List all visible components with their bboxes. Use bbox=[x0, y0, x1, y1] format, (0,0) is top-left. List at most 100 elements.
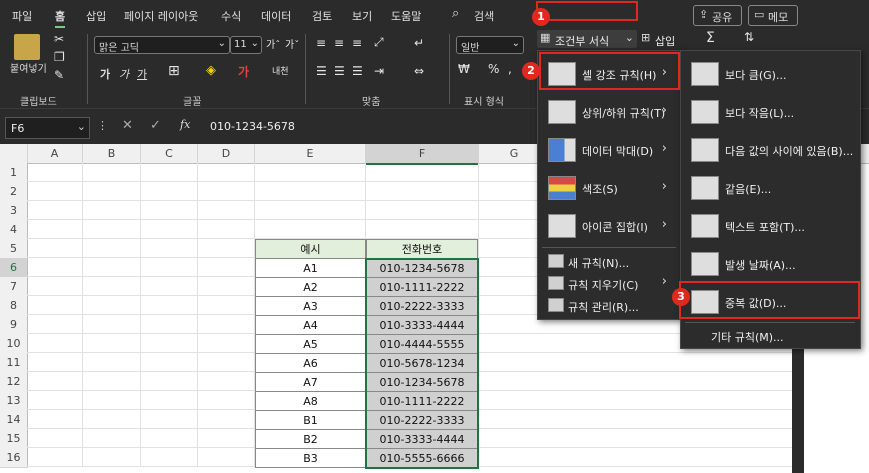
column-header[interactable]: D bbox=[198, 144, 255, 163]
column-header[interactable]: C bbox=[141, 144, 198, 163]
menu-item-less-than[interactable]: 보다 작음(L)... bbox=[681, 93, 858, 129]
font-color-icon[interactable]: 가 bbox=[238, 63, 249, 80]
table-cell[interactable]: A5 bbox=[255, 334, 366, 354]
tab-help[interactable]: 도움말 bbox=[391, 8, 421, 24]
select-all-corner[interactable] bbox=[0, 144, 28, 163]
insert-cells-button[interactable]: ⊞ 삽입 bbox=[639, 30, 691, 48]
column-header[interactable]: B bbox=[83, 144, 141, 163]
paste-icon[interactable] bbox=[14, 34, 40, 60]
underline-button[interactable]: 가 bbox=[137, 66, 147, 82]
align-center-icon[interactable]: ☰ bbox=[334, 64, 345, 78]
tab-review[interactable]: 검토 bbox=[312, 8, 332, 24]
align-right-icon[interactable]: ☰ bbox=[352, 64, 363, 78]
row-header[interactable]: 7 bbox=[0, 277, 28, 297]
table-header-cell[interactable]: 전화번호 bbox=[366, 239, 478, 259]
orientation-icon[interactable]: ⤢ bbox=[374, 35, 384, 50]
row-header[interactable]: 9 bbox=[0, 315, 28, 335]
formula-input[interactable]: 010-1234-5678 bbox=[210, 120, 295, 133]
font-name-select[interactable]: 맑은 고딕 ⌄ bbox=[94, 36, 230, 54]
percent-icon[interactable]: % bbox=[488, 62, 499, 76]
search-label[interactable]: 검색 bbox=[474, 8, 494, 24]
align-top-icon[interactable]: ≡ bbox=[316, 36, 326, 50]
memo-button[interactable]: ▭ 메모 bbox=[748, 5, 798, 26]
table-cell[interactable]: A7 bbox=[255, 372, 366, 392]
menu-item-data-bars[interactable]: 데이터 막대(D) › bbox=[538, 131, 679, 167]
table-cell[interactable]: A4 bbox=[255, 315, 366, 335]
tab-home[interactable]: 홈 bbox=[55, 8, 66, 28]
row-header[interactable]: 2 bbox=[0, 182, 28, 202]
accounting-icon[interactable]: ₩ bbox=[458, 62, 470, 76]
menu-item-manage-rules[interactable]: 규칙 관리(R)... bbox=[538, 295, 679, 315]
conditional-formatting-button[interactable]: ▦ 조건부 서식 ⌄ bbox=[537, 30, 637, 48]
table-cell[interactable]: A2 bbox=[255, 277, 366, 297]
italic-button[interactable]: 가 bbox=[119, 66, 129, 82]
more-options-icon[interactable]: ⋮ bbox=[97, 119, 108, 132]
table-cell[interactable]: A6 bbox=[255, 353, 366, 373]
table-cell[interactable]: A8 bbox=[255, 391, 366, 411]
fill-color-icon[interactable]: ◈ bbox=[206, 63, 216, 78]
align-middle-icon[interactable]: ≡ bbox=[334, 36, 344, 50]
copy-icon[interactable]: ❐ bbox=[54, 50, 65, 64]
tab-page-layout[interactable]: 페이지 레이아웃 bbox=[124, 8, 198, 24]
comma-icon[interactable]: , bbox=[508, 62, 512, 76]
autosum-icon[interactable]: Σ bbox=[706, 30, 715, 46]
align-left-icon[interactable]: ☰ bbox=[316, 64, 327, 78]
row-header[interactable]: 8 bbox=[0, 296, 28, 316]
merge-icon[interactable]: ⇔ bbox=[414, 64, 424, 78]
column-header[interactable]: A bbox=[27, 144, 83, 163]
increase-font-icon[interactable]: 가ˆ bbox=[266, 36, 280, 51]
border-icon[interactable]: ⊞ bbox=[168, 63, 180, 79]
menu-item-icon-sets[interactable]: 아이콘 집합(I) › bbox=[538, 207, 679, 243]
row-header[interactable]: 3 bbox=[0, 201, 28, 221]
table-cell[interactable]: B3 bbox=[255, 448, 366, 468]
table-header-cell[interactable]: 예시 bbox=[255, 239, 366, 259]
table-cell[interactable]: B2 bbox=[255, 429, 366, 449]
row-header[interactable]: 1 bbox=[0, 163, 28, 183]
column-header-selected[interactable]: F bbox=[366, 144, 479, 165]
decrease-font-icon[interactable]: 가ˇ bbox=[285, 36, 299, 51]
row-header[interactable]: 15 bbox=[0, 429, 28, 449]
menu-item-more-rules[interactable]: 기타 규칙(M)... bbox=[681, 325, 858, 345]
align-bottom-icon[interactable]: ≡ bbox=[352, 36, 362, 50]
function-icon[interactable]: fx bbox=[180, 118, 190, 131]
menu-item-equal-to[interactable]: 같음(E)... bbox=[681, 169, 858, 205]
enter-icon[interactable]: ✓ bbox=[150, 118, 161, 133]
row-header[interactable]: 14 bbox=[0, 410, 28, 430]
row-header[interactable]: 10 bbox=[0, 334, 28, 354]
menu-item-top-bottom-rules[interactable]: 상위/하위 규칙(T) › bbox=[538, 93, 679, 129]
share-button[interactable]: ⇪ 공유 bbox=[693, 5, 742, 26]
sort-filter-icon[interactable]: ⇅ bbox=[744, 30, 754, 44]
menu-item-new-rule[interactable]: 새 규칙(N)... bbox=[538, 251, 679, 271]
menu-item-text-contains[interactable]: 텍스트 포함(T)... bbox=[681, 207, 858, 243]
wrap-text-icon[interactable]: ↵ bbox=[414, 36, 424, 50]
row-header[interactable]: 12 bbox=[0, 372, 28, 392]
table-cell[interactable]: A1 bbox=[255, 258, 366, 278]
menu-item-between[interactable]: 다음 값의 사이에 있음(B)... bbox=[681, 131, 858, 167]
tab-view[interactable]: 보기 bbox=[352, 8, 372, 24]
table-cell[interactable]: A3 bbox=[255, 296, 366, 316]
cancel-icon[interactable]: ✕ bbox=[122, 118, 133, 133]
font-size-select[interactable]: 11 ⌄ bbox=[230, 36, 262, 54]
indent-icon[interactable]: ⇥ bbox=[374, 64, 384, 78]
cut-icon[interactable]: ✂ bbox=[54, 32, 64, 46]
tab-file[interactable]: 파일 bbox=[12, 8, 32, 24]
bold-button[interactable]: 가 bbox=[100, 66, 110, 82]
number-format-select[interactable]: 일반 ⌄ bbox=[456, 36, 524, 54]
menu-item-date-occurring[interactable]: 발생 날짜(A)... bbox=[681, 245, 858, 281]
search-icon[interactable]: ⌕ bbox=[452, 6, 459, 21]
menu-item-clear-rules[interactable]: 규칙 지우기(C) › bbox=[538, 273, 679, 293]
paste-label[interactable]: 붙여넣기 bbox=[10, 60, 47, 75]
column-header[interactable]: E bbox=[255, 144, 366, 163]
row-header[interactable]: 11 bbox=[0, 353, 28, 373]
row-header[interactable]: 5 bbox=[0, 239, 28, 259]
name-box[interactable]: F6 ⌄ bbox=[5, 117, 90, 139]
format-painter-icon[interactable]: ✎ bbox=[54, 68, 64, 82]
row-header[interactable]: 4 bbox=[0, 220, 28, 240]
tab-insert[interactable]: 삽입 bbox=[86, 8, 106, 24]
row-header[interactable]: 16 bbox=[0, 448, 28, 468]
row-header[interactable]: 6 bbox=[0, 258, 28, 278]
tab-formulas[interactable]: 수식 bbox=[221, 8, 241, 24]
tab-data[interactable]: 데이터 bbox=[261, 8, 291, 24]
row-header[interactable]: 13 bbox=[0, 391, 28, 411]
menu-item-color-scales[interactable]: 색조(S) › bbox=[538, 169, 679, 205]
